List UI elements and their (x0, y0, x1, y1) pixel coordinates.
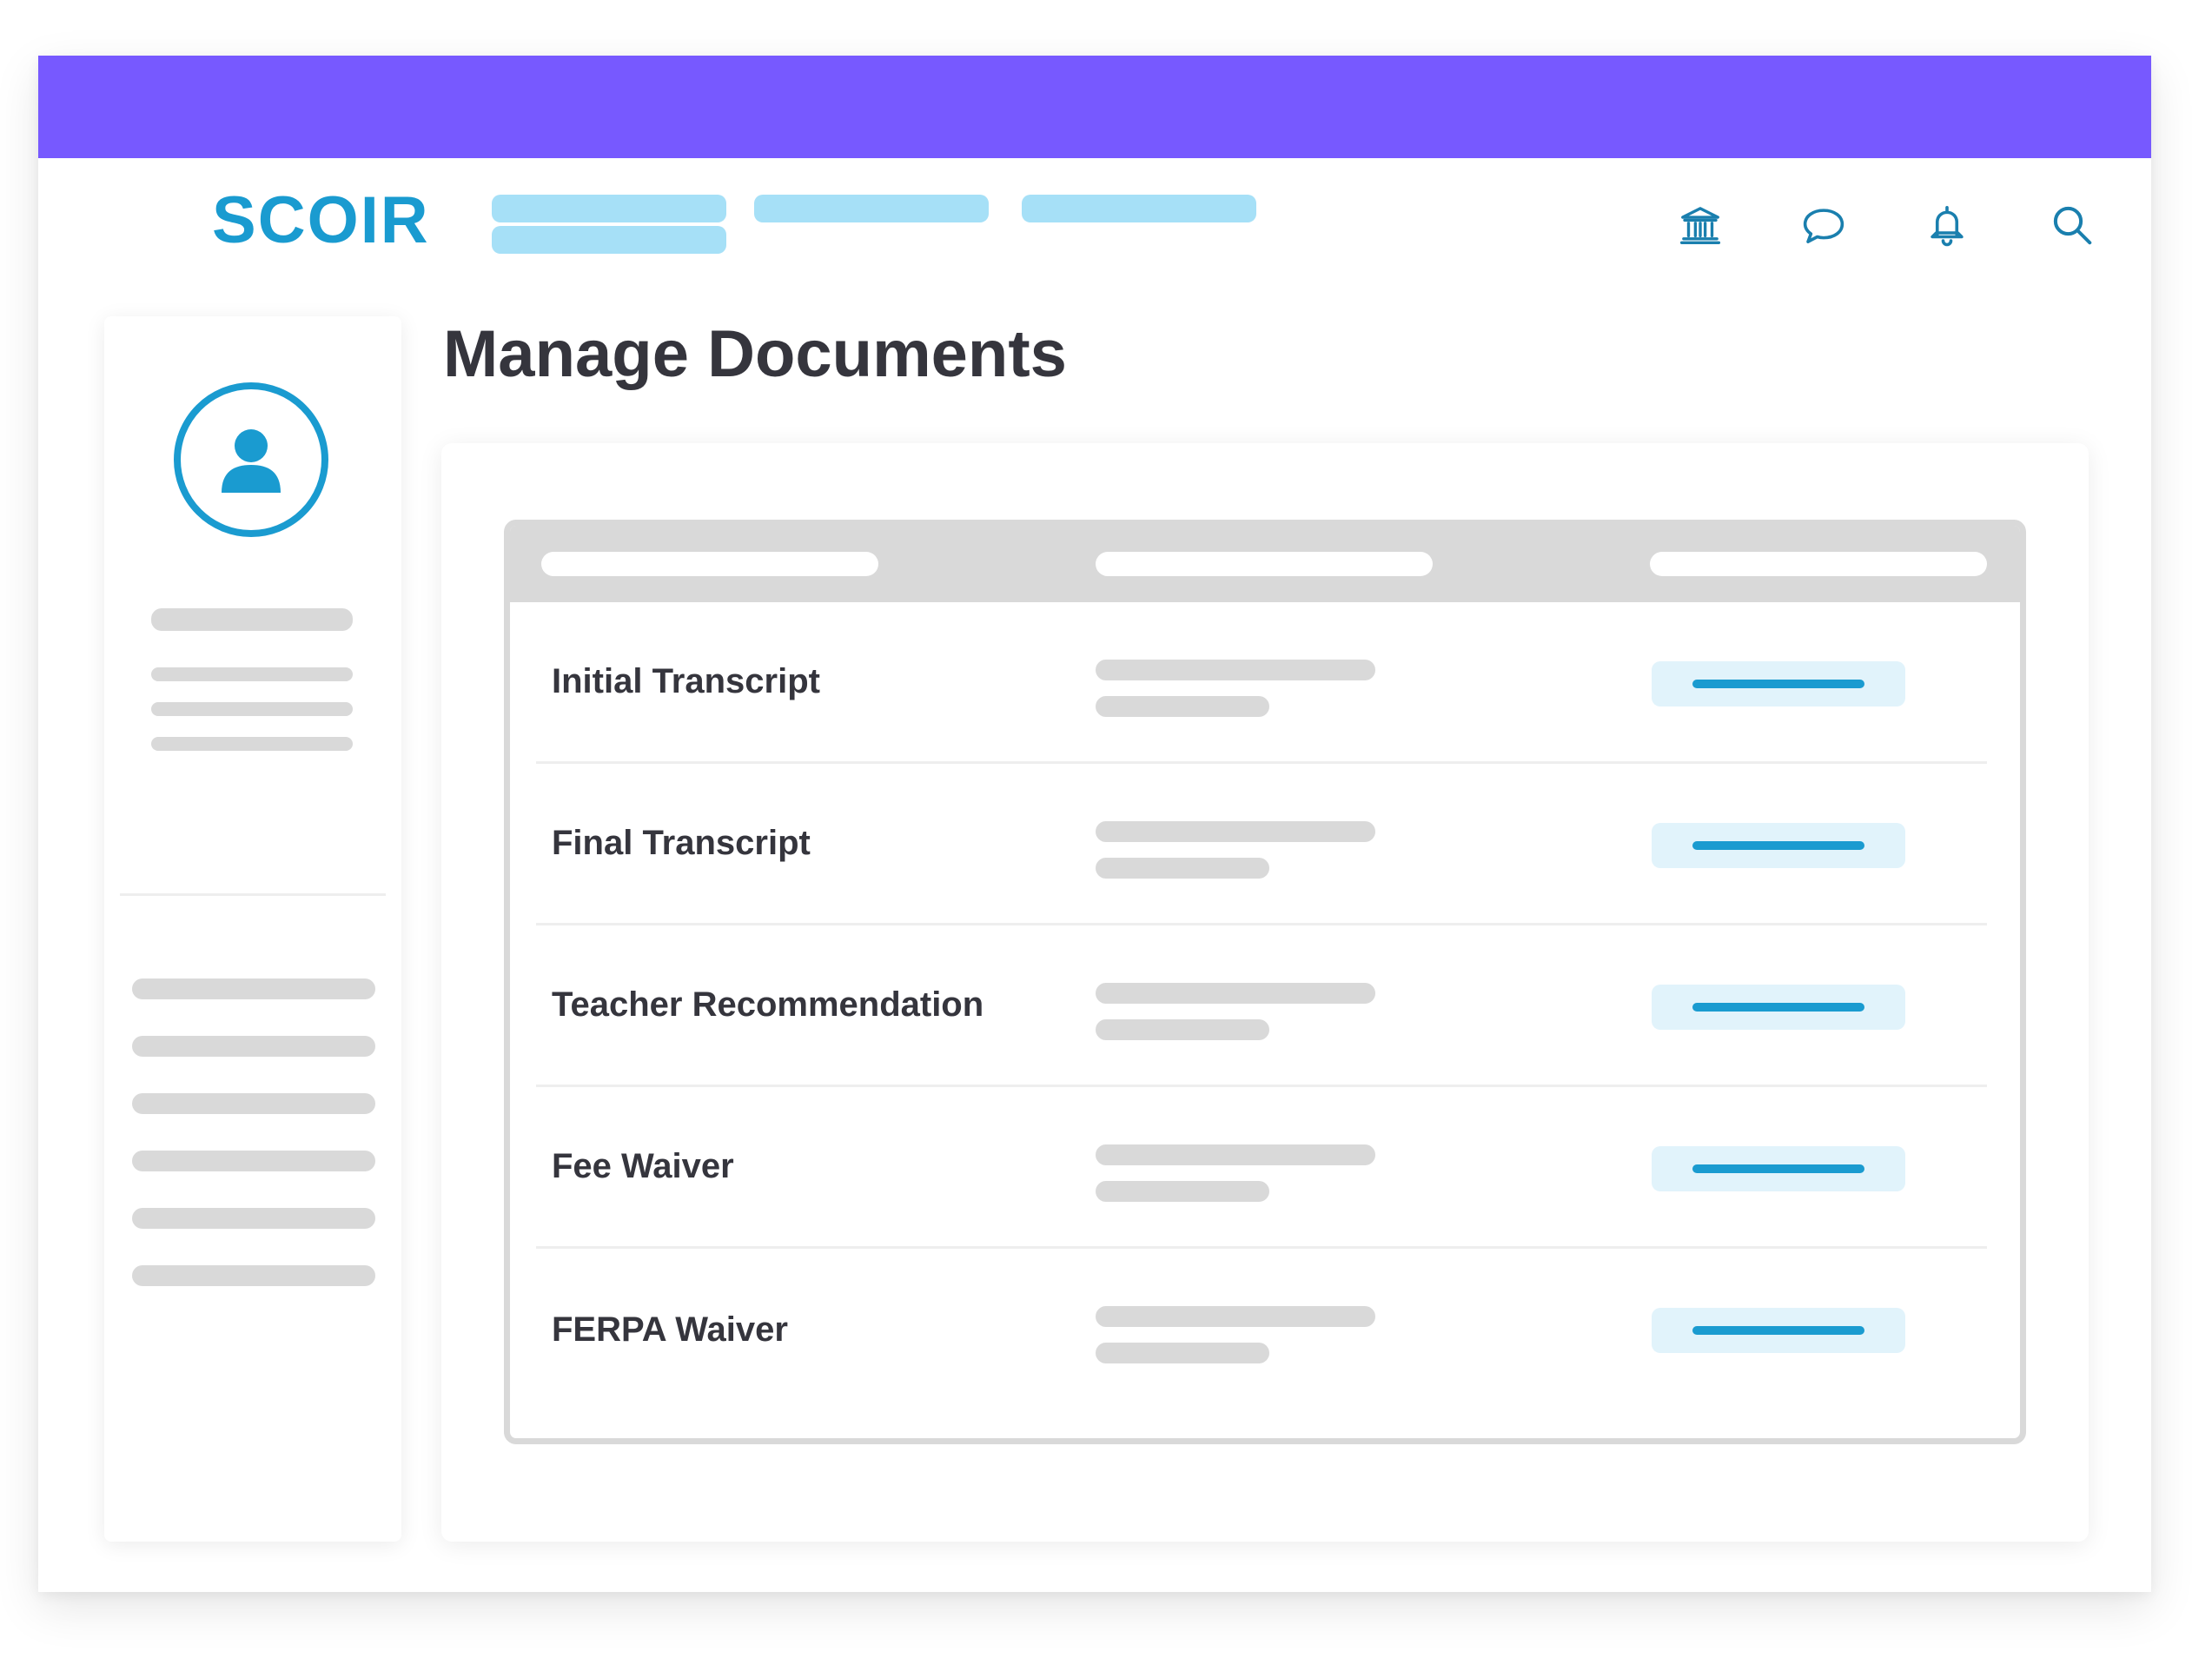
table-row: Teacher Recommendation (536, 925, 1987, 1087)
profile-detail-placeholder-2 (151, 702, 353, 716)
nav-link-placeholder-1[interactable] (492, 195, 726, 222)
column-header-placeholder-3 (1650, 552, 1987, 576)
sidebar-item-placeholder-3[interactable] (132, 1093, 375, 1114)
document-action-button[interactable] (1652, 985, 1905, 1030)
profile-detail-placeholder-3 (151, 737, 353, 751)
table-row: Fee Waiver (536, 1087, 1987, 1249)
documents-card: Initial Transcript Final Transcript Teac… (441, 443, 2089, 1542)
document-name: Final Transcript (552, 824, 811, 862)
nav-link-placeholder-2[interactable] (754, 195, 989, 222)
search-icon[interactable] (2042, 195, 2103, 255)
table-header (510, 526, 2020, 602)
document-name: Fee Waiver (552, 1147, 734, 1185)
document-meta-placeholder (1096, 1019, 1269, 1040)
document-meta-placeholder (1096, 821, 1375, 842)
document-action-button[interactable] (1652, 661, 1905, 706)
document-meta-placeholder (1096, 696, 1269, 717)
document-meta-placeholder (1096, 660, 1375, 680)
column-header-placeholder-2 (1096, 552, 1433, 576)
page-title: Manage Documents (443, 317, 1067, 391)
sidebar-item-placeholder-4[interactable] (132, 1151, 375, 1171)
profile-detail-placeholder-1 (151, 667, 353, 681)
nav-link-placeholder-3[interactable] (1022, 195, 1256, 222)
scoir-logo[interactable]: SCOIR (212, 188, 430, 254)
document-meta-placeholder (1096, 1343, 1269, 1363)
avatar[interactable] (174, 382, 328, 537)
sidebar-item-placeholder-2[interactable] (132, 1036, 375, 1057)
institution-icon[interactable] (1670, 195, 1731, 255)
sidebar-item-placeholder-1[interactable] (132, 978, 375, 999)
top-accent-bar (38, 56, 2151, 158)
document-name: Teacher Recommendation (552, 985, 984, 1024)
documents-table: Initial Transcript Final Transcript Teac… (504, 520, 2026, 1444)
document-name: FERPA Waiver (552, 1310, 788, 1349)
chat-bubble-icon[interactable] (1793, 195, 1854, 255)
table-row: Initial Transcript (536, 602, 1987, 764)
table-row: FERPA Waiver (536, 1249, 1987, 1410)
document-action-button[interactable] (1652, 1146, 1905, 1191)
sidebar-divider (120, 893, 386, 896)
document-meta-placeholder (1096, 1306, 1375, 1327)
app-window: SCOIR Manage Documents Initial Transcrip… (38, 56, 2151, 1592)
user-icon (222, 429, 281, 493)
profile-sidebar (104, 316, 401, 1542)
profile-name-placeholder (151, 608, 353, 631)
document-action-button[interactable] (1652, 1308, 1905, 1353)
sidebar-item-placeholder-5[interactable] (132, 1208, 375, 1229)
bell-icon[interactable] (1917, 195, 1977, 255)
document-meta-placeholder (1096, 1144, 1375, 1165)
document-meta-placeholder (1096, 858, 1269, 879)
document-meta-placeholder (1096, 983, 1375, 1004)
document-action-button[interactable] (1652, 823, 1905, 868)
document-name: Initial Transcript (552, 662, 820, 700)
sidebar-item-placeholder-6[interactable] (132, 1265, 375, 1286)
nav-link-placeholder-1-line-2[interactable] (492, 226, 726, 254)
column-header-placeholder-1 (541, 552, 878, 576)
table-row: Final Transcript (536, 764, 1987, 925)
document-meta-placeholder (1096, 1181, 1269, 1202)
